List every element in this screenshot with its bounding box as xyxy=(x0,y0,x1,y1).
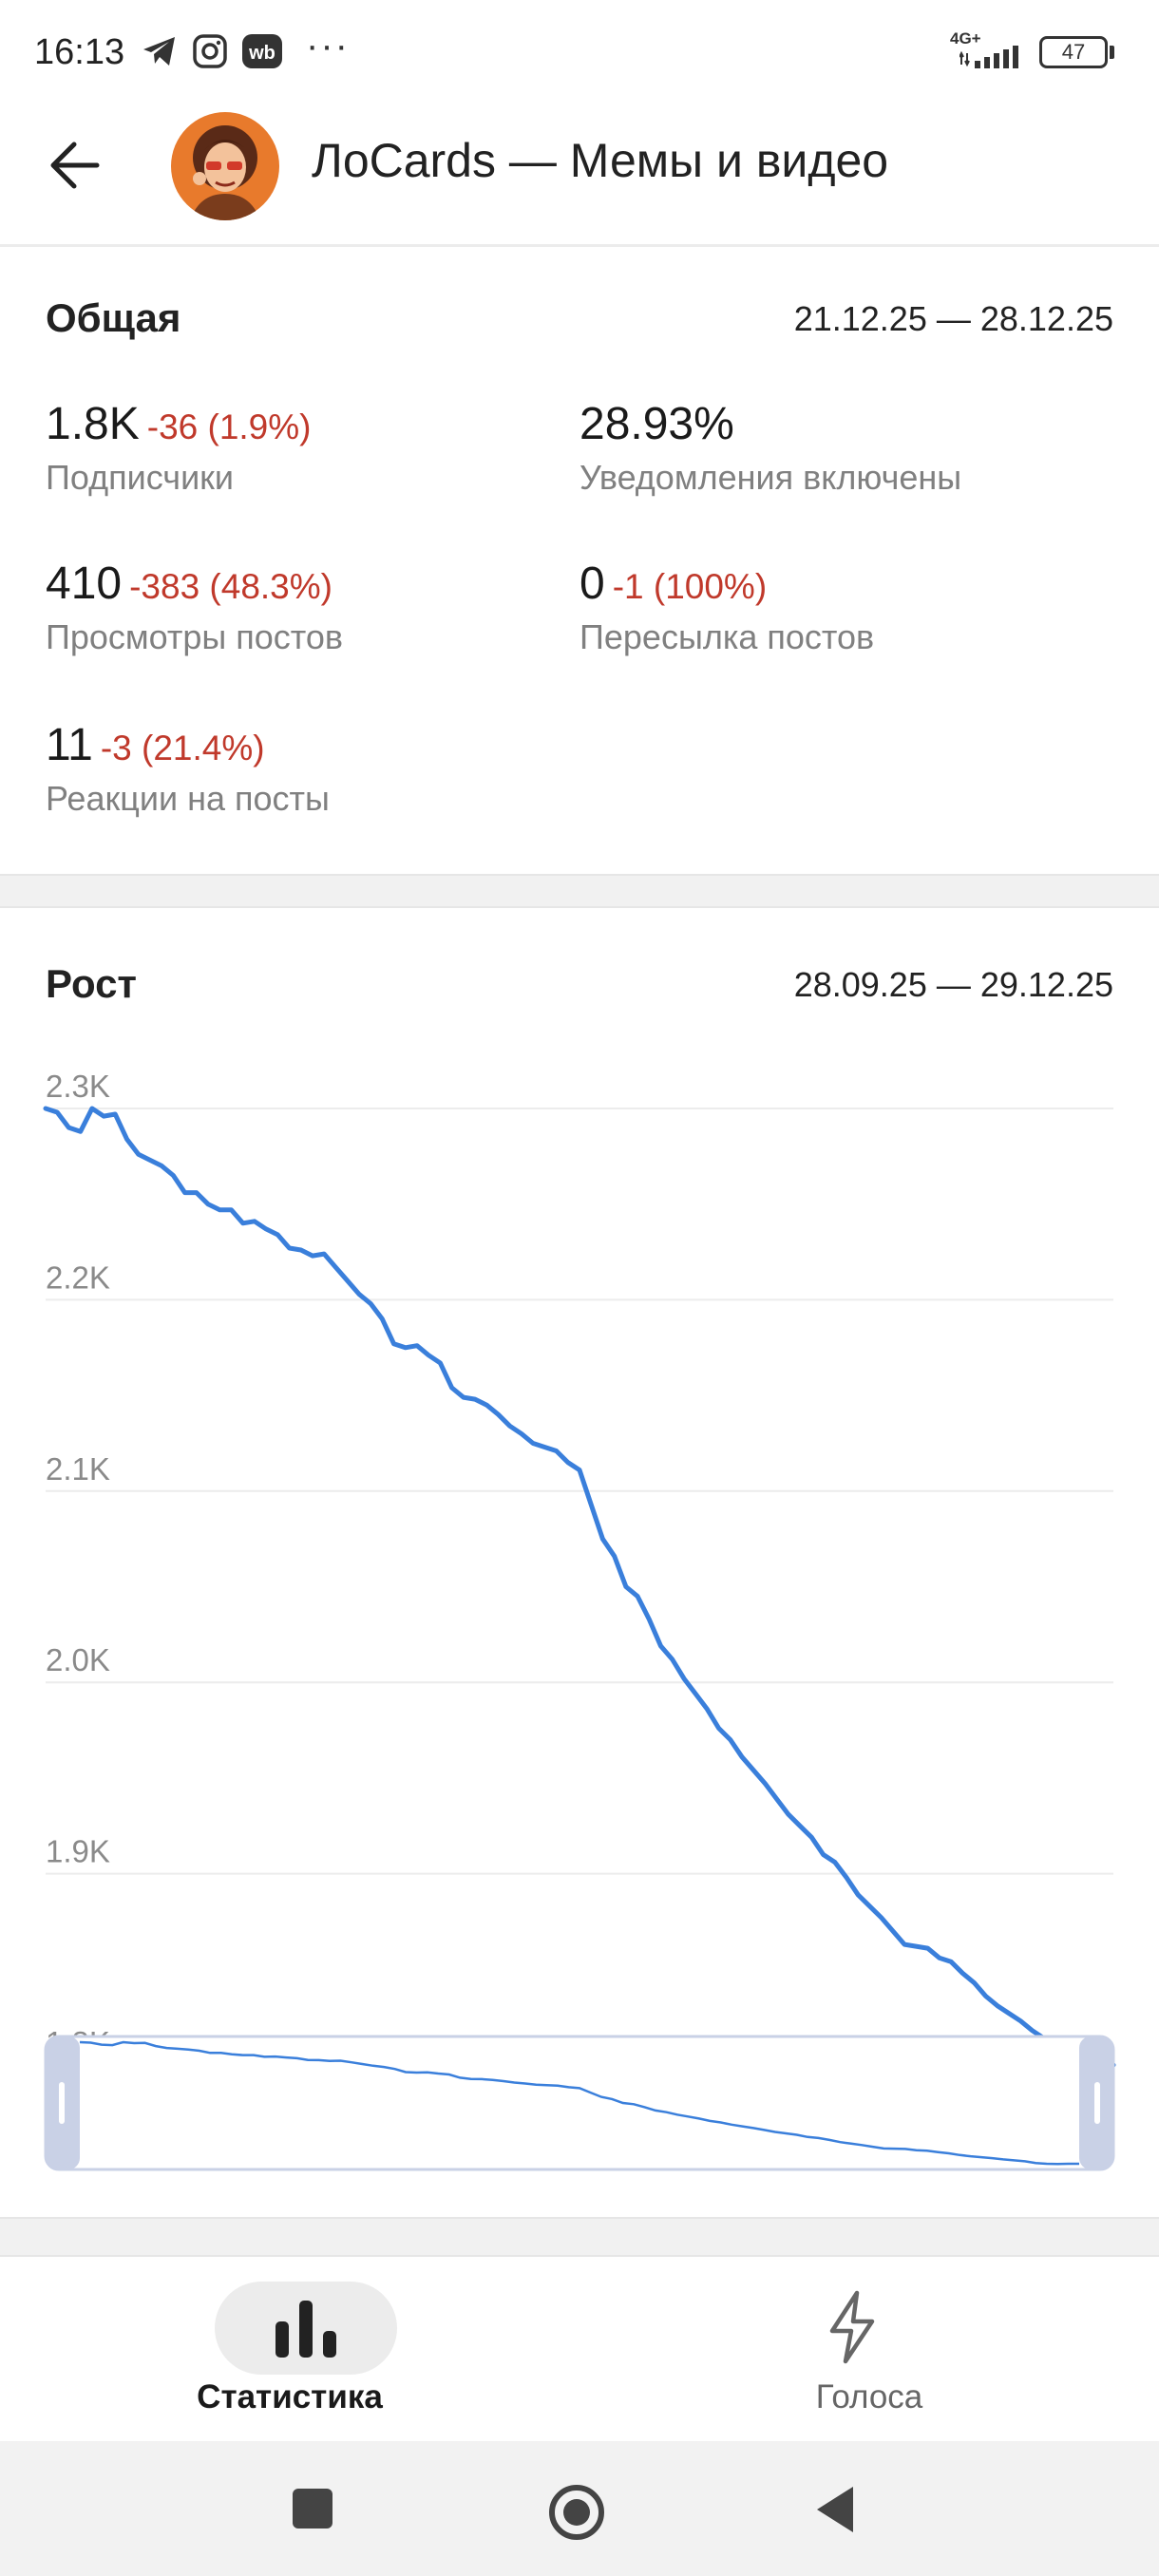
range-selector[interactable] xyxy=(44,2035,1115,2171)
tab-votes[interactable]: Голоса xyxy=(580,2257,1159,2441)
stat-value: 0 xyxy=(580,559,605,609)
general-date-range: 21.12.25 — 28.12.25 xyxy=(793,299,1113,338)
stat-label: Пересылка постов xyxy=(580,617,875,656)
stat-post-views: 410 -383 (48.3%) Просмотры постов xyxy=(46,558,343,657)
stat-value: 1.8K xyxy=(46,399,140,449)
series-line xyxy=(43,1106,1116,2070)
y-tick-label: 1.9K xyxy=(46,1834,110,1869)
tab-votes-label: Голоса xyxy=(815,2378,923,2415)
more-notifications-icon: ··· xyxy=(306,25,350,66)
battery-indicator: 47 xyxy=(1039,36,1108,68)
stat-value: 410 xyxy=(46,559,123,609)
channel-avatar[interactable] xyxy=(171,112,279,220)
stat-delta: -1 (100%) xyxy=(612,567,768,606)
y-tick-label: 2.1K xyxy=(46,1451,110,1487)
range-selector-frame xyxy=(44,2035,1115,2171)
stat-label: Уведомления включены xyxy=(580,458,962,497)
chart-y-axis: 2.3K2.2K2.1K2.0K1.9K1.8K xyxy=(46,1069,110,2060)
y-tick-label: 2.0K xyxy=(46,1642,110,1677)
section-divider xyxy=(0,2217,1159,2257)
tab-statistics[interactable]: Статистика xyxy=(0,2257,580,2441)
telegram-icon xyxy=(143,37,175,66)
signal-icon xyxy=(960,46,1018,68)
system-navigation-bar xyxy=(0,2441,1159,2576)
section-divider xyxy=(0,874,1159,908)
stat-delta: -3 (21.4%) xyxy=(100,729,265,767)
stat-delta: -383 (48.3%) xyxy=(129,567,332,606)
battery-tip xyxy=(1110,46,1114,59)
bottom-navigation: Статистика Голоса xyxy=(0,2257,1159,2441)
y-tick-label: 2.2K xyxy=(46,1260,110,1295)
stat-value: 28.93% xyxy=(580,399,734,449)
growth-card: Рост 28.09.25 — 29.12.25 2.3K 2.2K 2.1K 2.0… xyxy=(0,908,1159,2217)
stat-notifications-enabled: 28.93% Уведомления включены xyxy=(580,398,961,498)
general-section-title: Общая xyxy=(46,295,181,340)
lightning-icon xyxy=(829,2290,875,2364)
back-triangle-icon[interactable] xyxy=(813,2485,857,2534)
general-stats-card: Общая 21.12.25 — 28.12.25 1.8K -36 (1.9%)… xyxy=(0,250,1159,874)
stat-label: Подписчики xyxy=(46,458,235,497)
growth-chart[interactable]: 2.3K2.2K2.1K2.0K1.9K1.8K окт. 2окт. 18но… xyxy=(0,908,1159,2217)
wb-icon: wb xyxy=(242,34,282,68)
arrow-left-icon[interactable] xyxy=(42,129,114,201)
home-circle-icon[interactable] xyxy=(547,2483,606,2542)
stat-subscribers: 1.8K -36 (1.9%) Подписчики xyxy=(46,398,311,498)
range-handle-right-grip xyxy=(1094,2082,1100,2124)
channel-title: ЛоCards — Мемы и видео xyxy=(312,134,889,187)
stat-post-shares: 0 -1 (100%) Пересылка постов xyxy=(580,558,874,657)
instagram-icon xyxy=(193,34,227,68)
tab-statistics-label: Статистика xyxy=(197,2378,383,2415)
svg-text:wb: wb xyxy=(248,43,276,64)
stat-label: Просмотры постов xyxy=(46,617,344,656)
stat-post-reactions: 11 -3 (21.4%) Реакции на посты xyxy=(46,719,330,819)
status-bar: 16:13 wb ··· 4G+ 47 xyxy=(0,0,1159,95)
y-tick-label: 2.3K xyxy=(46,1069,110,1104)
bar-chart-icon xyxy=(276,2301,336,2358)
app-header: ЛоCards — Мемы и видео xyxy=(0,95,1159,247)
range-handle-left-grip xyxy=(59,2082,65,2124)
chart-grid xyxy=(46,1108,1113,2066)
stat-label: Реакции на посты xyxy=(46,779,330,818)
stat-value: 11 xyxy=(46,720,93,770)
status-time: 16:13 xyxy=(34,32,125,72)
stat-delta: -36 (1.9%) xyxy=(146,407,312,446)
recents-square-icon[interactable] xyxy=(291,2487,334,2530)
